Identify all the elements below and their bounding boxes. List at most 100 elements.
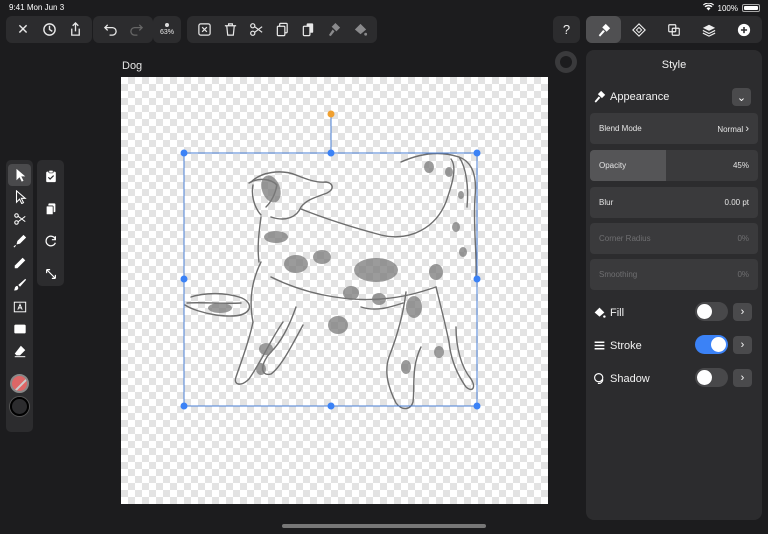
- opacity-label: Opacity: [599, 161, 627, 170]
- history-icon: [42, 23, 56, 36]
- selection-bounds[interactable]: [180, 110, 481, 410]
- smoothing-label: Smoothing: [599, 270, 638, 279]
- tool-select[interactable]: [8, 164, 31, 186]
- shadow-expand-button[interactable]: ›: [733, 369, 752, 387]
- node-cursor-icon: [15, 190, 27, 204]
- paint-format-icon: [328, 22, 340, 37]
- duplicate-icon: [45, 203, 55, 215]
- artboard[interactable]: [121, 77, 548, 504]
- stroke-color-swatch[interactable]: [10, 397, 29, 416]
- shadow-label: Shadow: [610, 372, 650, 385]
- chevron-right-icon: ›: [740, 339, 745, 351]
- tab-boolean[interactable]: [656, 16, 691, 43]
- scissors-icon: [13, 213, 26, 225]
- chevron-right-icon: ›: [740, 372, 745, 384]
- blur-label: Blur: [599, 198, 614, 207]
- stroke-lines-icon: [594, 341, 605, 350]
- tab-add[interactable]: [726, 16, 761, 43]
- paint-bucket-icon: [354, 23, 367, 36]
- paste-button[interactable]: [295, 16, 321, 43]
- tool-pen[interactable]: [8, 230, 31, 252]
- arrange-icon: [631, 22, 646, 37]
- resize-button[interactable]: [39, 262, 62, 287]
- appearance-label: Appearance: [610, 90, 670, 103]
- tab-arrange[interactable]: [621, 16, 656, 43]
- stroke-label: Stroke: [610, 339, 642, 352]
- chevron-down-icon: ⌄: [736, 91, 747, 104]
- document-title: Dog: [122, 60, 143, 72]
- wifi-icon: [702, 2, 714, 13]
- chevron-right-icon: ›: [745, 122, 749, 135]
- fill-toggle[interactable]: [695, 302, 728, 321]
- resize-arrows-icon: [45, 268, 56, 279]
- fill-label: Fill: [610, 306, 625, 319]
- zoom-level: 63%: [159, 28, 174, 36]
- style-inspector: Style Appearance ⌄ Blend Mode Normal › O…: [586, 50, 762, 520]
- color-ring-button[interactable]: [555, 51, 577, 73]
- fill-color-swatch[interactable]: [10, 374, 29, 393]
- blend-mode-row[interactable]: Blend Mode Normal ›: [590, 113, 758, 144]
- delete-button[interactable]: [217, 16, 243, 43]
- redo-button[interactable]: [123, 16, 149, 43]
- opacity-slider[interactable]: Opacity 45%: [590, 150, 758, 181]
- history-toolbar-group: [93, 16, 153, 43]
- tools-palette: [6, 160, 33, 432]
- paste-icon: [302, 23, 313, 37]
- shadow-toggle[interactable]: [695, 368, 728, 387]
- opacity-value: 45%: [732, 161, 749, 170]
- paint-bucket-button[interactable]: [347, 16, 373, 43]
- tab-layers[interactable]: [691, 16, 726, 43]
- tab-style[interactable]: [586, 16, 621, 43]
- shadow-icon: [594, 373, 604, 384]
- pencil-icon: [14, 257, 25, 269]
- fill-expand-button[interactable]: ›: [733, 303, 752, 321]
- style-icon: [598, 23, 610, 37]
- toggle-knob: [711, 337, 726, 352]
- tool-eraser[interactable]: [8, 340, 31, 362]
- cut-button[interactable]: [243, 16, 269, 43]
- blur-row[interactable]: Blur 0.00 pt: [590, 187, 758, 218]
- smoothing-row: Smoothing 0%: [590, 259, 758, 290]
- undo-icon: [103, 24, 117, 36]
- pen-nib-icon: [13, 234, 26, 248]
- add-icon: [737, 23, 750, 36]
- rotate-icon: [45, 235, 56, 247]
- stroke-toggle[interactable]: [695, 335, 728, 354]
- trash-icon: [224, 23, 236, 36]
- tool-pencil[interactable]: [8, 252, 31, 274]
- undo-button[interactable]: [97, 16, 123, 43]
- tool-scissors[interactable]: [8, 208, 31, 230]
- layers-icon: [702, 24, 715, 37]
- corner-radius-label: Corner Radius: [599, 234, 651, 243]
- home-indicator: [282, 524, 486, 528]
- deselect-button[interactable]: [191, 16, 217, 43]
- share-button[interactable]: [62, 16, 88, 43]
- eraser-icon: [14, 345, 25, 358]
- stroke-expand-button[interactable]: ›: [733, 336, 752, 354]
- copy-button[interactable]: [269, 16, 295, 43]
- blend-mode-label: Blend Mode: [599, 124, 642, 133]
- zoom-button[interactable]: 63%: [154, 16, 180, 43]
- tool-node-select[interactable]: [8, 186, 31, 208]
- appearance-section-header[interactable]: Appearance: [593, 90, 669, 103]
- brush-icon: [13, 278, 26, 291]
- status-time: 9:41 Mon Jun 3: [9, 3, 65, 12]
- paint-format-button[interactable]: [321, 16, 347, 43]
- arrow-cursor-icon: [16, 168, 25, 182]
- close-icon: ✕: [17, 21, 29, 37]
- battery-icon: [742, 4, 760, 12]
- file-toolbar-group: ✕: [6, 16, 92, 43]
- duplicate-button[interactable]: [39, 197, 62, 222]
- rotate-button[interactable]: [39, 229, 62, 254]
- dog-sketch[interactable]: [121, 77, 548, 504]
- edit-toolbar-group: [187, 16, 377, 43]
- tool-brush[interactable]: [8, 274, 31, 296]
- history-button[interactable]: [36, 16, 62, 43]
- tool-rectangle[interactable]: [8, 318, 31, 340]
- battery-percent: 100%: [717, 3, 738, 13]
- clipboard-button[interactable]: [39, 164, 62, 189]
- close-button[interactable]: ✕: [10, 16, 36, 43]
- help-button[interactable]: ?: [553, 16, 580, 43]
- tool-text[interactable]: [8, 296, 31, 318]
- appearance-collapse-button[interactable]: ⌄: [732, 88, 751, 106]
